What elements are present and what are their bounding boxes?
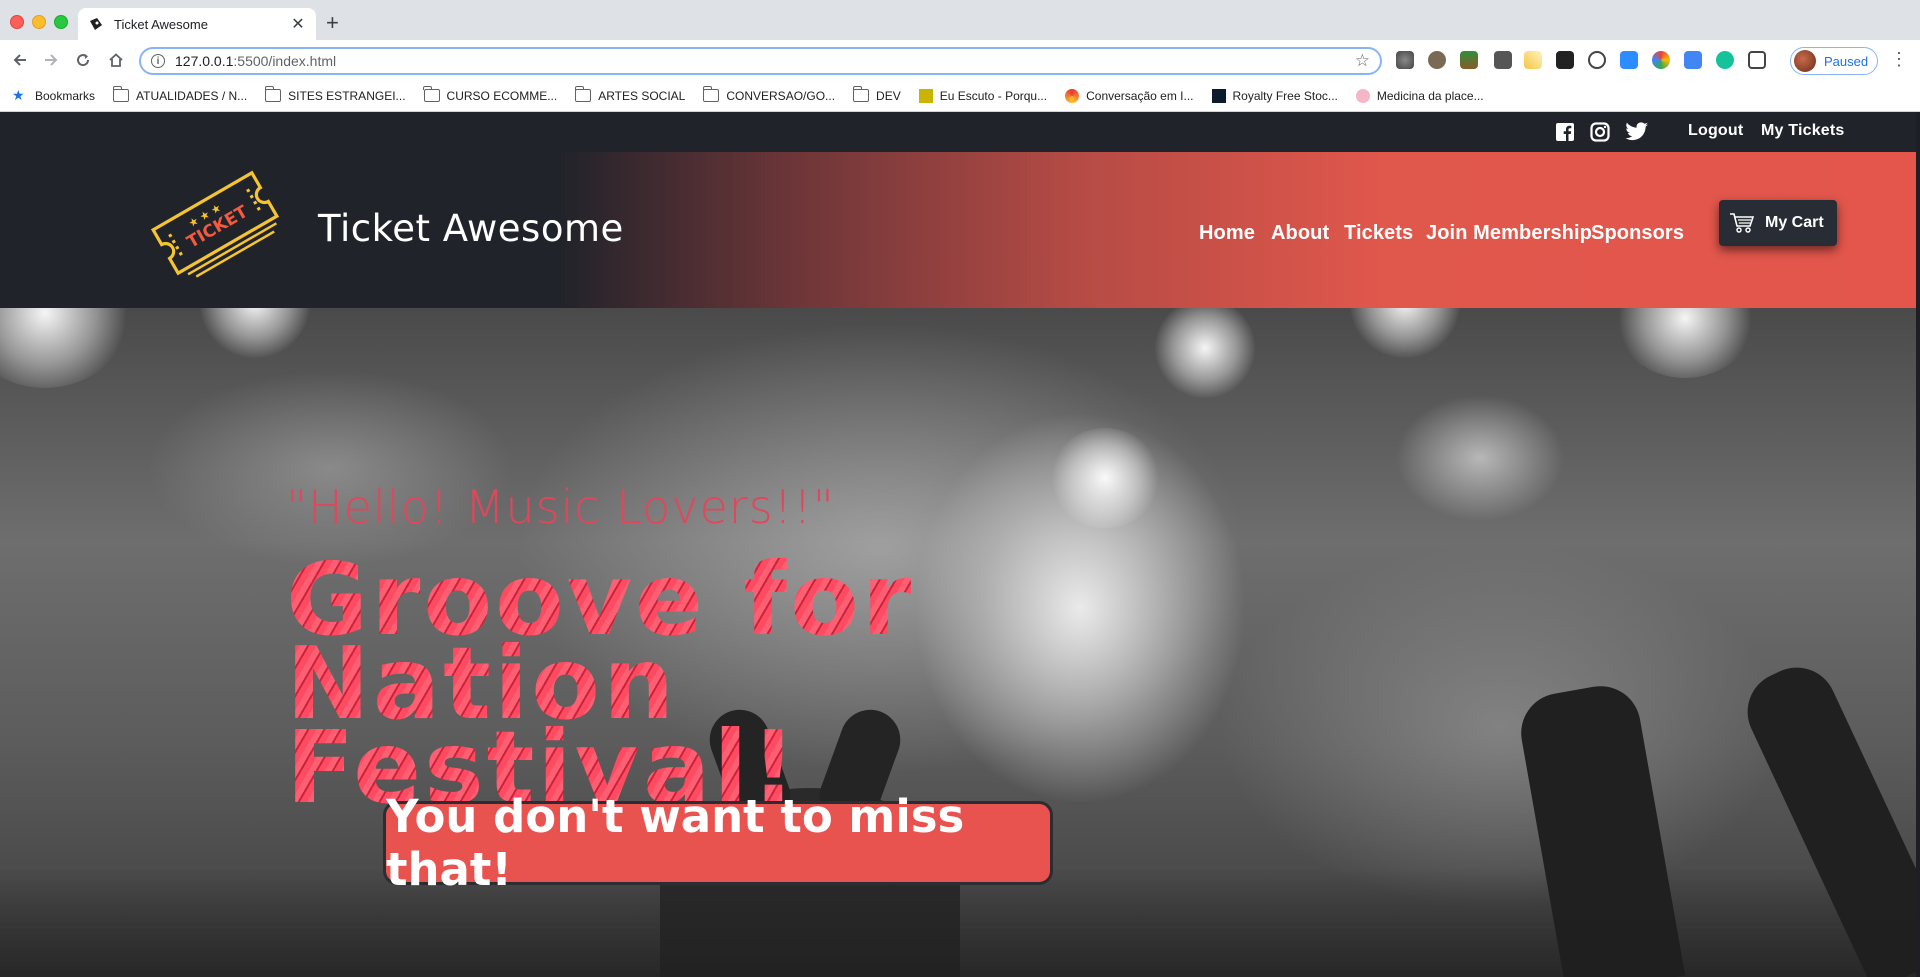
extension-eyedropper-icon[interactable] <box>1494 51 1512 69</box>
browser-menu-icon[interactable]: ⋮ <box>1890 50 1908 68</box>
cta-button[interactable]: You don't want to miss that! <box>383 790 1053 896</box>
extension-translate-icon[interactable] <box>1684 51 1702 69</box>
avatar <box>1794 50 1816 72</box>
forward-button[interactable] <box>40 49 62 71</box>
bookmark-item-bookmarks[interactable]: ★ Bookmarks <box>12 87 95 103</box>
bookmark-folder[interactable]: CONVERSAO/GO... <box>702 86 835 103</box>
nav-about[interactable]: About <box>1271 222 1329 245</box>
bookmark-item[interactable]: Royalty Free Stoc... <box>1211 88 1338 103</box>
new-tab-button[interactable]: + <box>326 12 339 34</box>
stage-light <box>1050 428 1160 528</box>
extension-bug-icon[interactable] <box>1428 51 1446 69</box>
folder-icon <box>423 86 440 102</box>
nav-sponsors[interactable]: Sponsors <box>1591 222 1684 245</box>
url-text: 127.0.0.1:5500/index.html <box>175 53 337 69</box>
nav-join-membership[interactable]: Join Membership <box>1426 222 1592 245</box>
stage-light <box>200 308 310 358</box>
brand-name[interactable]: Ticket Awesome <box>318 207 624 250</box>
close-tab-icon[interactable]: ✕ <box>290 14 306 34</box>
logout-link[interactable]: Logout <box>1688 122 1743 140</box>
extension-pencil-icon[interactable] <box>1524 51 1542 69</box>
bookmark-folder[interactable]: ARTES SOCIAL <box>574 86 685 103</box>
bookmarks-bar: ★ Bookmarks ATUALIDADES / N... SITES EST… <box>0 80 1920 112</box>
folder-icon <box>574 86 592 102</box>
folder-icon <box>852 86 870 102</box>
hero-subtitle: "Hello! Music Lovers!!" <box>286 480 835 534</box>
nav-tickets[interactable]: Tickets <box>1344 222 1413 245</box>
extension-globe-icon[interactable] <box>1396 51 1414 69</box>
back-button[interactable] <box>9 49 31 71</box>
site-header: TICKET ★ ★ ★ Ticket Awesome Home About T… <box>0 152 1920 308</box>
stage-light <box>1615 308 1755 378</box>
stage-light <box>0 308 130 388</box>
reload-button[interactable] <box>72 49 94 71</box>
extension-shield-icon[interactable] <box>1588 51 1606 69</box>
my-cart-button[interactable]: My Cart <box>1719 200 1837 246</box>
extension-tree-icon[interactable] <box>1460 51 1478 69</box>
stage-light <box>1350 308 1460 358</box>
maximize-window-button[interactable] <box>54 15 68 29</box>
cart-icon <box>1729 212 1755 234</box>
ticket-logo[interactable]: TICKET ★ ★ ★ <box>140 158 290 288</box>
browser-tab[interactable]: Ticket Awesome ✕ <box>78 8 316 40</box>
home-button[interactable] <box>105 49 127 71</box>
site-icon <box>918 88 933 103</box>
top-utility-bar: Logout My Tickets <box>0 112 1920 152</box>
site-info-icon[interactable]: i <box>151 54 165 68</box>
profile-button[interactable]: Paused <box>1790 47 1878 75</box>
folder-icon <box>112 86 130 102</box>
bookmark-folder[interactable]: DEV <box>852 86 901 103</box>
my-tickets-link[interactable]: My Tickets <box>1761 122 1845 140</box>
site-icon <box>1211 88 1226 103</box>
site-icon <box>1355 88 1370 103</box>
instagram-icon[interactable] <box>1590 122 1610 142</box>
bookmark-item[interactable]: Eu Escuto - Porqu... <box>918 88 1047 103</box>
extension-cast-icon[interactable] <box>1748 51 1766 69</box>
hero-title: Groove for Nation Festival! <box>286 558 1286 810</box>
browser-tabstrip: Ticket Awesome ✕ + <box>0 0 1920 40</box>
cta-label: You don't want to miss that! <box>386 790 965 896</box>
nav-home[interactable]: Home <box>1199 222 1255 245</box>
site-icon <box>1065 88 1080 103</box>
extension-color-icon[interactable] <box>1652 51 1670 69</box>
stage-light <box>1155 308 1255 398</box>
bookmark-star-icon[interactable]: ☆ <box>1355 51 1370 71</box>
minimize-window-button[interactable] <box>32 15 46 29</box>
address-bar[interactable]: i 127.0.0.1:5500/index.html ☆ <box>139 47 1382 75</box>
web-page: Logout My Tickets TICKET ★ ★ ★ Ticket Aw… <box>0 112 1920 977</box>
bookmark-item[interactable]: Medicina da place... <box>1355 88 1484 103</box>
extension-zoom-icon[interactable] <box>1620 51 1638 69</box>
page-scrollbar[interactable] <box>1916 112 1920 977</box>
twitter-icon[interactable] <box>1625 122 1649 142</box>
tab-title: Ticket Awesome <box>114 16 208 32</box>
bookmark-folder[interactable]: ATUALIDADES / N... <box>112 86 247 103</box>
folder-icon <box>702 86 720 102</box>
hero-section: "Hello! Music Lovers!!" Groove for Natio… <box>0 308 1920 977</box>
extension-grammarly-icon[interactable] <box>1716 51 1734 69</box>
profile-status: Paused <box>1824 53 1869 69</box>
folder-icon <box>264 86 282 102</box>
star-icon: ★ <box>12 87 25 103</box>
bookmark-item[interactable]: Conversação em I... <box>1065 88 1194 103</box>
bookmark-folder[interactable]: SITES ESTRANGEI... <box>264 86 406 103</box>
tab-favicon-icon <box>88 16 104 32</box>
close-window-button[interactable] <box>10 15 24 29</box>
facebook-icon[interactable] <box>1555 122 1575 142</box>
extension-guitar-icon[interactable] <box>1556 51 1574 69</box>
cart-label: My Cart <box>1765 214 1824 231</box>
bookmark-folder[interactable]: CURSO ECOMME... <box>423 86 557 103</box>
